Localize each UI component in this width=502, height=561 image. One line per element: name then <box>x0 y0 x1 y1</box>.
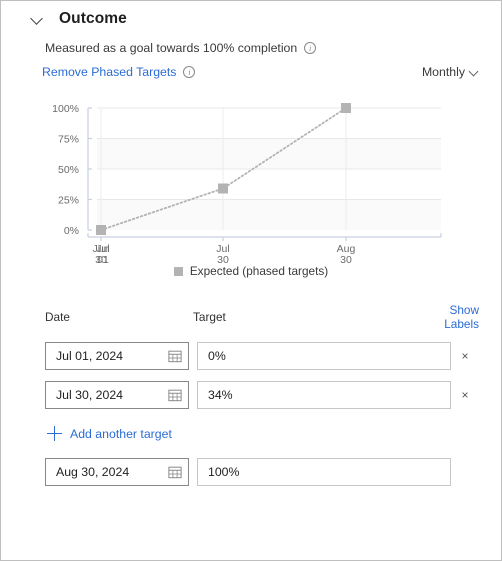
data-point-marker <box>96 225 106 235</box>
y-tick-label: 25% <box>58 195 79 207</box>
show-labels-label: Show Labels <box>444 303 479 331</box>
data-point-marker <box>341 103 351 113</box>
legend-label: Expected (phased targets) <box>189 264 329 278</box>
date-value: Jul 01, 2024 <box>56 349 124 363</box>
y-tick-label: 75% <box>58 134 79 146</box>
date-input-1[interactable]: Jul 01, 2024 <box>45 342 189 370</box>
target-input-3[interactable]: 100% <box>197 458 451 486</box>
show-labels-link[interactable]: Show Labels <box>443 303 479 331</box>
info-icon[interactable] <box>304 42 317 54</box>
x-tick-label: 30 <box>340 254 352 266</box>
page-title: Outcome <box>59 10 127 27</box>
calendar-icon[interactable] <box>168 388 182 402</box>
chart-legend: Expected (phased targets) <box>1 264 501 278</box>
remove-phased-targets-link[interactable]: Remove Phased Targets <box>42 65 176 79</box>
legend-swatch <box>173 266 183 276</box>
remove-target-button-1[interactable]: × <box>451 342 479 370</box>
phased-targets-chart: 100% 75% 50% 25% 0% Jun 30 Jul 01 Jul 30… <box>1 93 501 293</box>
add-target-button[interactable]: Add another target <box>1 426 501 441</box>
plus-icon <box>47 426 62 441</box>
column-header-target: Target <box>193 310 226 324</box>
targets-table-header: Date Target Show Labels <box>1 293 501 331</box>
y-tick-label: 50% <box>58 164 79 176</box>
remove-target-button-2[interactable]: × <box>451 381 479 409</box>
measurement-description: Measured as a goal towards 100% completi… <box>1 31 501 55</box>
target-value: 100% <box>208 465 240 479</box>
y-tick-label: 0% <box>64 225 79 237</box>
chart-canvas: 100% 75% 50% 25% 0% Jun 30 Jul 01 Jul 30… <box>52 103 442 266</box>
target-value: 0% <box>208 349 226 363</box>
date-input-3[interactable]: Aug 30, 2024 <box>45 458 189 486</box>
chevron-down-icon <box>470 68 479 77</box>
date-value: Aug 30, 2024 <box>56 465 130 479</box>
measurement-description-text: Measured as a goal towards 100% completi… <box>45 41 298 55</box>
frequency-dropdown[interactable]: Monthly <box>422 65 479 79</box>
date-input-2[interactable]: Jul 30, 2024 <box>45 381 189 409</box>
date-value: Jul 30, 2024 <box>56 388 124 402</box>
table-row: Jul 30, 2024 34% × <box>1 381 501 409</box>
y-tick-label: 100% <box>52 103 79 115</box>
frequency-value: Monthly <box>421 65 465 79</box>
target-input-1[interactable]: 0% <box>197 342 451 370</box>
target-input-2[interactable]: 34% <box>197 381 451 409</box>
section-header: Outcome <box>1 1 501 31</box>
table-row: Jul 01, 2024 0% × <box>1 342 501 370</box>
x-tick-label-overlap: 01 <box>97 254 109 266</box>
phased-targets-info-icon[interactable] <box>183 66 196 78</box>
add-target-label: Add another target <box>70 426 172 441</box>
chevron-down-icon[interactable] <box>31 12 45 26</box>
calendar-icon[interactable] <box>168 349 182 363</box>
table-row: Aug 30, 2024 100% <box>1 458 501 486</box>
column-header-date: Date <box>45 310 70 324</box>
calendar-icon[interactable] <box>168 465 182 479</box>
data-point-marker <box>218 183 228 194</box>
target-value: 34% <box>208 388 233 402</box>
phased-targets-row: Remove Phased Targets Monthly <box>1 55 501 79</box>
outcome-panel: Outcome Measured as a goal towards 100% … <box>0 0 502 561</box>
